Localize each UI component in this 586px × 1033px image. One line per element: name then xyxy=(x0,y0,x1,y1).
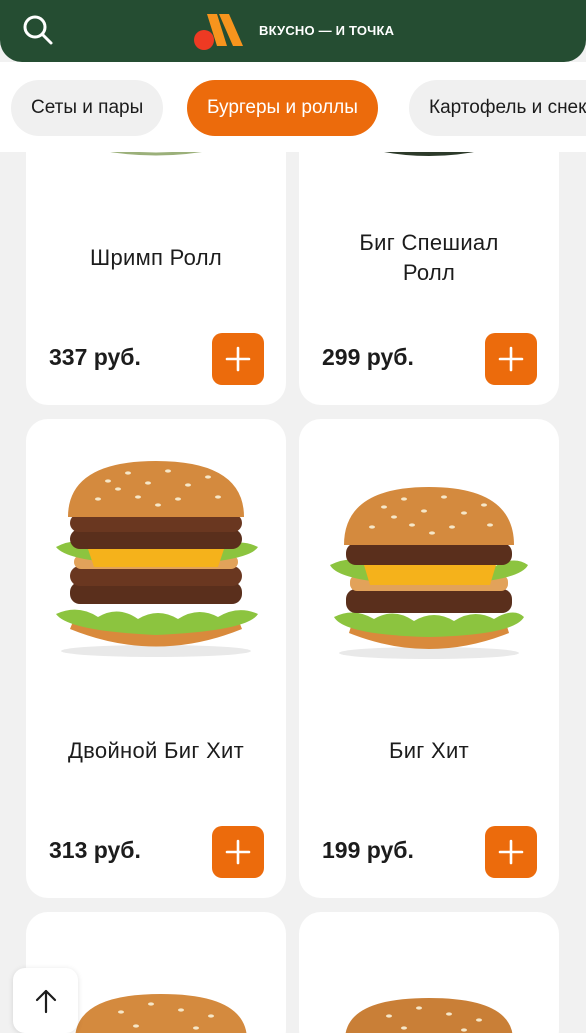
add-to-cart-button[interactable] xyxy=(212,333,264,385)
tab-fries-and-snacks[interactable]: Картофель и снеки xyxy=(409,80,586,136)
product-image xyxy=(345,998,513,1033)
tab-burgers-and-rolls[interactable]: Бургеры и роллы xyxy=(187,80,378,136)
product-price: 313 руб. xyxy=(49,837,141,863)
product-image xyxy=(75,994,247,1033)
product-title: Двойной Биг Хит xyxy=(67,738,245,763)
add-to-cart-button[interactable] xyxy=(212,826,264,878)
tab-sets-and-pairs[interactable]: Сеты и пары xyxy=(11,80,164,136)
plus-icon xyxy=(498,346,524,372)
tab-label: Сеты и пары xyxy=(31,97,144,118)
product-card[interactable]: Шримп Ролл 337 руб. xyxy=(26,110,286,405)
app-header: ВКУСНО — И ТОЧКА xyxy=(0,0,586,62)
product-title: Биг Спешиал Ролл xyxy=(359,230,499,285)
product-image xyxy=(56,461,258,657)
product-title: Биг Хит xyxy=(388,738,469,763)
product-title: Шримп Ролл xyxy=(90,245,222,270)
brand-logo[interactable]: ВКУСНО — И ТОЧКА xyxy=(193,8,394,52)
product-card[interactable] xyxy=(299,912,559,1033)
product-price: 299 руб. xyxy=(322,344,414,370)
add-to-cart-button[interactable] xyxy=(485,826,537,878)
product-price: 199 руб. xyxy=(322,837,414,863)
plus-icon xyxy=(498,839,524,865)
category-tabs: Сеты и пары Бургеры и роллы Картофель и … xyxy=(0,62,586,152)
product-card[interactable]: Двойной Биг Хит 313 руб. xyxy=(26,419,286,898)
product-card[interactable]: Биг Спешиал Ролл 299 руб. xyxy=(299,110,559,405)
logo-icon xyxy=(194,14,243,50)
plus-icon xyxy=(225,346,251,372)
tab-label: Бургеры и роллы xyxy=(207,97,358,118)
product-grid: Шримп Ролл 337 руб. Биг Спешиал Ролл 299… xyxy=(0,0,586,1033)
plus-icon xyxy=(225,839,251,865)
scroll-to-top-button[interactable] xyxy=(13,968,78,1033)
arrow-up-icon xyxy=(35,989,56,1013)
product-image xyxy=(330,487,528,659)
add-to-cart-button[interactable] xyxy=(485,333,537,385)
product-card[interactable]: Биг Хит 199 руб. xyxy=(299,419,559,898)
tab-label: Картофель и снеки xyxy=(429,97,586,118)
search-button[interactable] xyxy=(18,10,58,50)
product-price: 337 руб. xyxy=(49,344,141,370)
search-icon xyxy=(23,15,53,45)
brand-name: ВКУСНО — И ТОЧКА xyxy=(259,22,395,38)
